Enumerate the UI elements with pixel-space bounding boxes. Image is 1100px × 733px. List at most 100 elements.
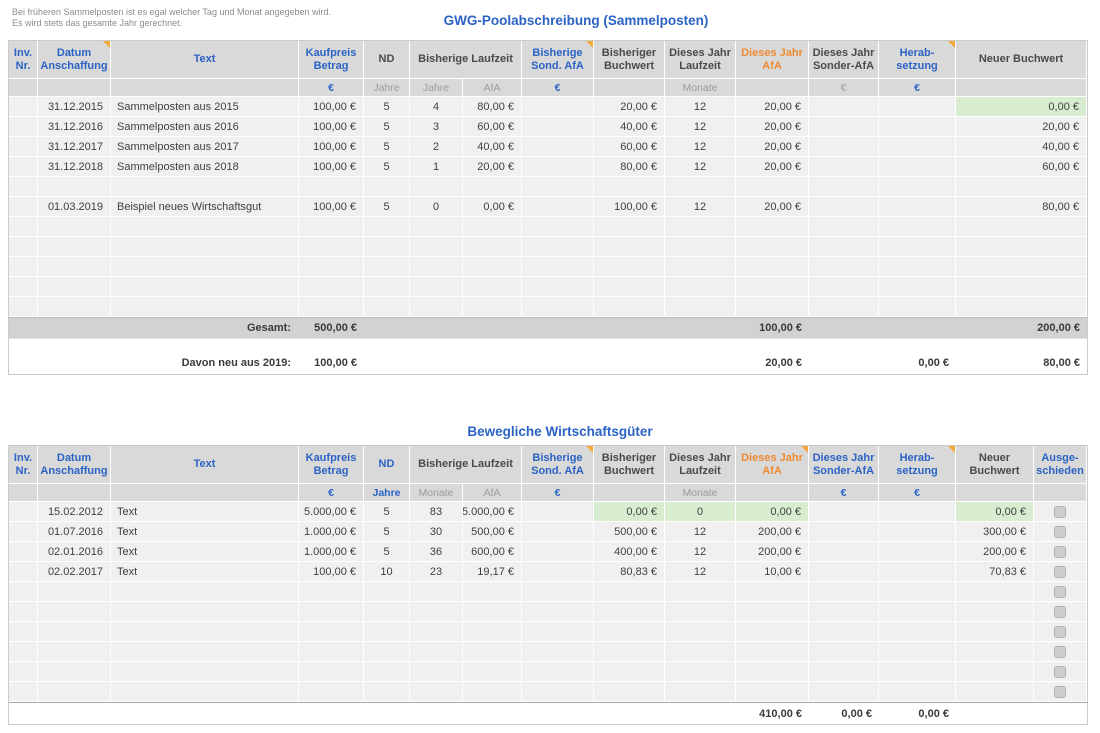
cell-neuer_buchwert[interactable] xyxy=(956,217,1087,237)
cell-bisherige_sond_afa[interactable] xyxy=(522,662,594,682)
cell-text[interactable]: Text xyxy=(111,502,299,522)
cell-datum_anschaffung[interactable]: 31.12.2017 xyxy=(38,137,111,157)
cell-text[interactable]: Sammelposten aus 2016 xyxy=(111,117,299,137)
cell-dieses_jahr_afa[interactable]: 20,00 € xyxy=(736,137,809,157)
cell-dieses_jahr_afa[interactable]: 20,00 € xyxy=(736,157,809,177)
cell-inv_nr[interactable] xyxy=(9,157,38,177)
cell-datum_anschaffung[interactable] xyxy=(38,622,111,642)
cell-ausgeschieden[interactable] xyxy=(1034,582,1087,602)
cell-bisheriger_buchwert[interactable]: 60,00 € xyxy=(594,137,665,157)
cell-herabsetzung[interactable] xyxy=(879,622,956,642)
cell-dieses_jahr_sonder_afa[interactable] xyxy=(809,257,879,277)
cell-herabsetzung[interactable] xyxy=(879,602,956,622)
cell-kaufpreis_betrag[interactable]: 100,00 € xyxy=(299,137,364,157)
cell-inv_nr[interactable] xyxy=(9,217,38,237)
cell-bisherige_sond_afa[interactable] xyxy=(522,642,594,662)
cell-inv_nr[interactable] xyxy=(9,622,38,642)
cell-ausgeschieden[interactable] xyxy=(1034,562,1087,582)
cell-herabsetzung[interactable] xyxy=(879,157,956,177)
ausgeschieden-checkbox[interactable] xyxy=(1054,606,1066,618)
cell-inv_nr[interactable] xyxy=(9,502,38,522)
cell-bisheriger_buchwert[interactable] xyxy=(594,662,665,682)
cell-dieses_jahr_afa[interactable]: 10,00 € xyxy=(736,562,809,582)
cell-ausgeschieden[interactable] xyxy=(1034,642,1087,662)
cell-dieses_jahr_sonder_afa[interactable] xyxy=(809,137,879,157)
cell-bisherige_laufzeit_afa[interactable]: 60,00 € xyxy=(463,117,522,137)
cell-dieses_jahr_laufzeit[interactable]: 12 xyxy=(665,197,736,217)
cell-dieses_jahr_afa[interactable]: 20,00 € xyxy=(736,117,809,137)
cell-bisheriger_buchwert[interactable]: 500,00 € xyxy=(594,522,665,542)
cell-bisherige_laufzeit_zeit[interactable] xyxy=(410,622,463,642)
cell-bisherige_laufzeit_zeit[interactable]: 83 xyxy=(410,502,463,522)
cell-dieses_jahr_sonder_afa[interactable] xyxy=(809,197,879,217)
cell-bisherige_laufzeit_afa[interactable]: 19,17 € xyxy=(463,562,522,582)
cell-bisherige_sond_afa[interactable] xyxy=(522,502,594,522)
cell-dieses_jahr_afa[interactable] xyxy=(736,237,809,257)
cell-inv_nr[interactable] xyxy=(9,277,38,297)
ausgeschieden-checkbox[interactable] xyxy=(1054,566,1066,578)
cell-nd[interactable]: 5 xyxy=(364,197,410,217)
cell-inv_nr[interactable] xyxy=(9,602,38,622)
cell-inv_nr[interactable] xyxy=(9,97,38,117)
cell-bisherige_laufzeit_zeit[interactable] xyxy=(410,682,463,702)
cell-datum_anschaffung[interactable] xyxy=(38,642,111,662)
cell-bisheriger_buchwert[interactable] xyxy=(594,257,665,277)
cell-neuer_buchwert[interactable]: 80,00 € xyxy=(956,197,1087,217)
cell-bisherige_laufzeit_zeit[interactable] xyxy=(410,237,463,257)
cell-datum_anschaffung[interactable] xyxy=(38,277,111,297)
cell-bisherige_laufzeit_afa[interactable] xyxy=(463,682,522,702)
cell-dieses_jahr_laufzeit[interactable]: 12 xyxy=(665,97,736,117)
cell-kaufpreis_betrag[interactable]: 100,00 € xyxy=(299,117,364,137)
cell-neuer_buchwert[interactable]: 300,00 € xyxy=(956,522,1034,542)
cell-nd[interactable]: 5 xyxy=(364,97,410,117)
cell-text[interactable] xyxy=(111,177,299,197)
cell-dieses_jahr_laufzeit[interactable]: 12 xyxy=(665,522,736,542)
cell-inv_nr[interactable] xyxy=(9,682,38,702)
cell-herabsetzung[interactable] xyxy=(879,662,956,682)
cell-dieses_jahr_sonder_afa[interactable] xyxy=(809,502,879,522)
cell-herabsetzung[interactable] xyxy=(879,137,956,157)
cell-dieses_jahr_sonder_afa[interactable] xyxy=(809,177,879,197)
cell-nd[interactable] xyxy=(364,277,410,297)
cell-ausgeschieden[interactable] xyxy=(1034,542,1087,562)
cell-bisherige_sond_afa[interactable] xyxy=(522,117,594,137)
cell-datum_anschaffung[interactable]: 15.02.2012 xyxy=(38,502,111,522)
ausgeschieden-checkbox[interactable] xyxy=(1054,626,1066,638)
cell-bisherige_sond_afa[interactable] xyxy=(522,277,594,297)
cell-neuer_buchwert[interactable] xyxy=(956,277,1087,297)
cell-neuer_buchwert[interactable] xyxy=(956,297,1087,317)
cell-datum_anschaffung[interactable] xyxy=(38,177,111,197)
cell-bisheriger_buchwert[interactable]: 20,00 € xyxy=(594,97,665,117)
cell-kaufpreis_betrag[interactable] xyxy=(299,297,364,317)
cell-bisherige_laufzeit_afa[interactable] xyxy=(463,257,522,277)
cell-ausgeschieden[interactable] xyxy=(1034,522,1087,542)
cell-bisherige_laufzeit_afa[interactable]: 5.000,00 € xyxy=(463,502,522,522)
cell-dieses_jahr_afa[interactable] xyxy=(736,257,809,277)
cell-ausgeschieden[interactable] xyxy=(1034,662,1087,682)
cell-bisherige_sond_afa[interactable] xyxy=(522,542,594,562)
cell-neuer_buchwert[interactable] xyxy=(956,582,1034,602)
cell-nd[interactable] xyxy=(364,622,410,642)
cell-dieses_jahr_afa[interactable] xyxy=(736,642,809,662)
cell-bisherige_sond_afa[interactable] xyxy=(522,562,594,582)
cell-herabsetzung[interactable] xyxy=(879,177,956,197)
cell-datum_anschaffung[interactable]: 02.02.2017 xyxy=(38,562,111,582)
cell-inv_nr[interactable] xyxy=(9,542,38,562)
cell-herabsetzung[interactable] xyxy=(879,297,956,317)
cell-bisherige_laufzeit_afa[interactable]: 0,00 € xyxy=(463,197,522,217)
cell-herabsetzung[interactable] xyxy=(879,502,956,522)
cell-dieses_jahr_afa[interactable]: 20,00 € xyxy=(736,197,809,217)
cell-dieses_jahr_afa[interactable] xyxy=(736,297,809,317)
cell-dieses_jahr_afa[interactable]: 200,00 € xyxy=(736,522,809,542)
cell-kaufpreis_betrag[interactable] xyxy=(299,277,364,297)
cell-text[interactable]: Text xyxy=(111,522,299,542)
cell-dieses_jahr_laufzeit[interactable]: 12 xyxy=(665,137,736,157)
cell-bisherige_laufzeit_zeit[interactable]: 4 xyxy=(410,97,463,117)
cell-herabsetzung[interactable] xyxy=(879,117,956,137)
cell-bisherige_laufzeit_afa[interactable]: 500,00 € xyxy=(463,522,522,542)
cell-nd[interactable]: 5 xyxy=(364,522,410,542)
cell-ausgeschieden[interactable] xyxy=(1034,622,1087,642)
cell-neuer_buchwert[interactable] xyxy=(956,662,1034,682)
cell-bisheriger_buchwert[interactable] xyxy=(594,237,665,257)
cell-datum_anschaffung[interactable]: 31.12.2016 xyxy=(38,117,111,137)
